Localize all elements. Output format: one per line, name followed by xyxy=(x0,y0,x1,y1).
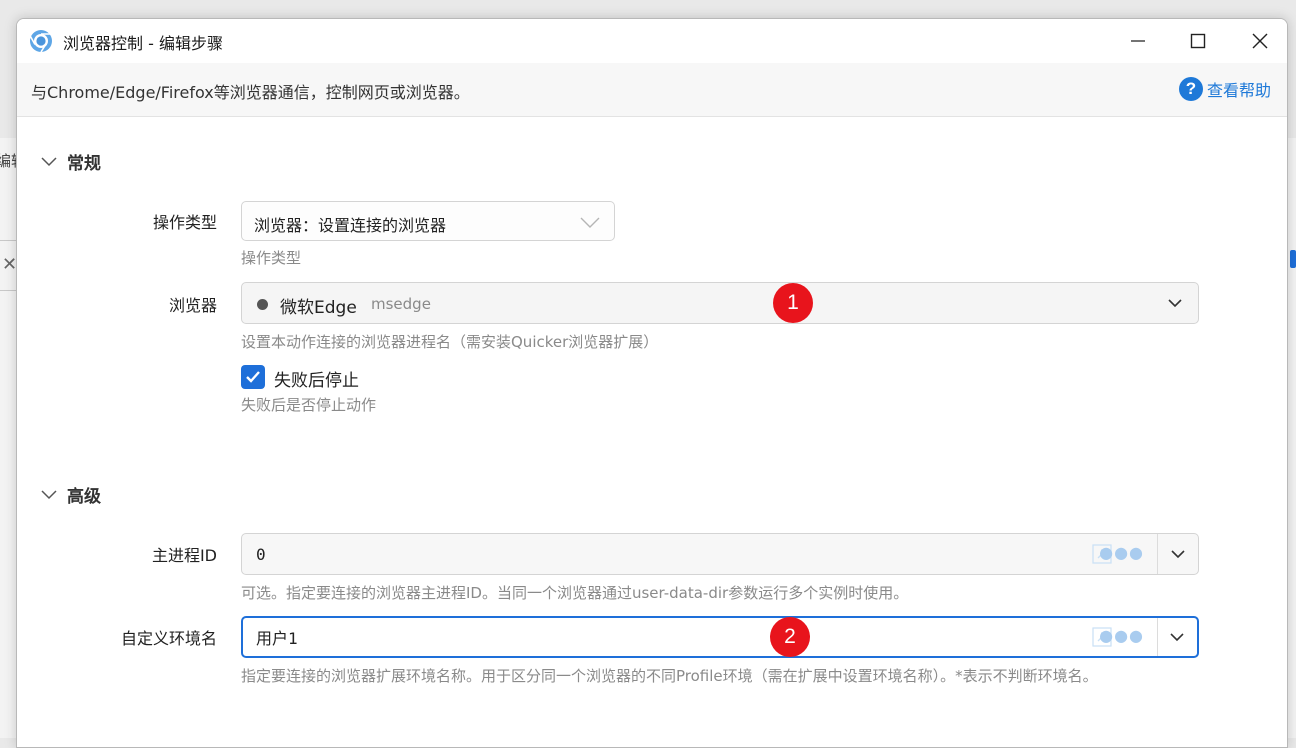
main-pid-input[interactable] xyxy=(254,540,1074,568)
step-description: 与Chrome/Edge/Firefox等浏览器通信，控制网页或浏览器。 xyxy=(31,83,470,102)
chevron-down-icon xyxy=(580,217,600,228)
browser-hint: 设置本动作连接的浏览器进程名（需安装Quicker浏览器扩展） xyxy=(241,333,659,351)
env-name-label: 自定义环境名 xyxy=(120,629,217,648)
description-header: 与Chrome/Edge/Firefox等浏览器通信，控制网页或浏览器。 ? 查… xyxy=(17,63,1287,117)
chevron-down-icon xyxy=(41,489,57,499)
question-circle-icon: ? xyxy=(1178,77,1203,101)
operation-type-hint: 操作类型 xyxy=(241,249,302,267)
browser-process-id: msedge xyxy=(371,295,431,313)
operation-type-select[interactable]: 浏览器：设置连接的浏览器 xyxy=(241,201,615,241)
maximize-button[interactable] xyxy=(1175,25,1221,57)
minimize-button[interactable] xyxy=(1115,25,1161,57)
dialog-window: 浏览器控制 - 编辑步骤 与Chrome/Edge/Firefox等浏览器通信，… xyxy=(16,18,1288,748)
checkmark-icon xyxy=(246,371,260,383)
stop-on-fail-label[interactable]: 失败后停止 xyxy=(274,366,359,391)
section-advanced-title: 高级 xyxy=(67,487,101,507)
background-window-right xyxy=(1288,138,1296,738)
help-link[interactable]: ? 查看帮助 xyxy=(1178,77,1271,101)
env-name-dropdown-button[interactable] xyxy=(1157,618,1197,656)
stop-on-fail-hint: 失败后是否停止动作 xyxy=(241,396,377,414)
section-general-toggle[interactable]: 常规 xyxy=(41,149,101,174)
help-label: 查看帮助 xyxy=(1206,81,1271,100)
annotation-badge-1: 1 xyxy=(773,283,813,323)
chevron-down-icon xyxy=(1168,299,1182,308)
env-name-field: ●●● xyxy=(241,616,1199,658)
chevron-down-icon xyxy=(1170,633,1184,642)
operation-type-value: 浏览器：设置连接的浏览器 xyxy=(254,216,447,235)
window-title: 浏览器控制 - 编辑步骤 xyxy=(63,34,223,53)
chevron-down-icon xyxy=(1171,550,1185,559)
main-pid-hint: 可选。指定要连接的浏览器主进程ID。当同一个浏览器通过user-data-dir… xyxy=(241,584,909,602)
close-button[interactable] xyxy=(1237,25,1283,57)
main-pid-label: 主进程ID xyxy=(151,546,217,565)
background-checkbox-fragment xyxy=(1290,250,1296,268)
section-advanced-toggle[interactable]: 高级 xyxy=(41,482,101,507)
browser-app-icon xyxy=(29,30,52,53)
stop-on-fail-checkbox[interactable] xyxy=(241,365,265,389)
title-bar: 浏览器控制 - 编辑步骤 xyxy=(17,19,1287,63)
close-icon xyxy=(1252,33,1268,49)
browser-label: 浏览器 xyxy=(168,296,217,315)
env-name-hint: 指定要连接的浏览器扩展环境名称。用于区分同一个浏览器的不同Profile环境（需… xyxy=(241,667,1098,685)
background-close-icon: ✕ xyxy=(2,254,18,275)
minimize-icon xyxy=(1131,40,1145,42)
annotation-badge-2: 2 xyxy=(770,617,810,657)
status-dot-icon xyxy=(257,299,268,310)
browser-name: 微软Edge xyxy=(280,298,357,318)
main-pid-dropdown-button[interactable] xyxy=(1158,534,1198,574)
main-pid-field: ●●● xyxy=(241,533,1199,575)
browser-select[interactable]: 微软Edge msedge xyxy=(241,282,1199,324)
more-options-icon[interactable]: ●●● xyxy=(1099,626,1144,645)
operation-type-label: 操作类型 xyxy=(152,213,217,232)
more-options-icon[interactable]: ●●● xyxy=(1099,543,1144,562)
chevron-down-icon xyxy=(41,156,57,166)
maximize-icon xyxy=(1190,33,1206,49)
section-general-title: 常规 xyxy=(67,154,101,174)
env-name-input[interactable] xyxy=(254,623,1074,651)
